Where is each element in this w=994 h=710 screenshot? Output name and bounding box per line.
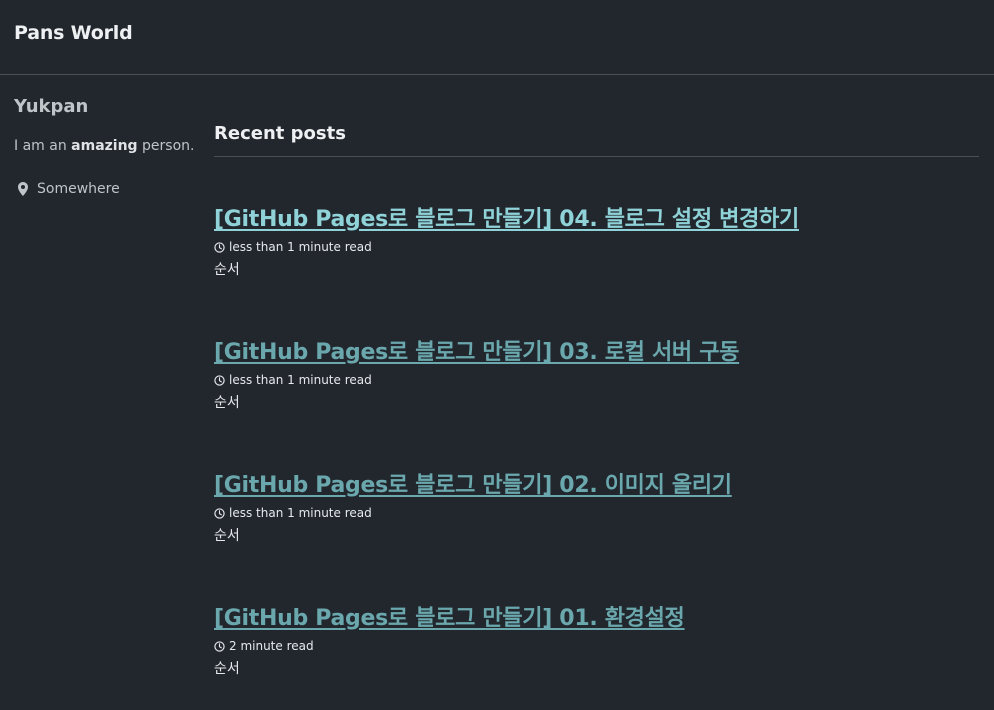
post-title-link[interactable]: [GitHub Pages로 블로그 만들기] 01. 환경설정: [214, 605, 685, 633]
main-content: Recent posts [GitHub Pages로 블로그 만들기] 04.…: [214, 122, 979, 677]
post-meta: less than 1 minute read: [214, 239, 979, 255]
site-title-link[interactable]: Pans World: [14, 22, 133, 44]
bio-bold: amazing: [71, 138, 138, 154]
post-title-link[interactable]: [GitHub Pages로 블로그 만들기] 02. 이미지 올리기: [214, 472, 732, 500]
read-time: less than 1 minute read: [229, 506, 372, 520]
post-meta: less than 1 minute read: [214, 372, 979, 388]
clock-icon: [214, 374, 225, 386]
clock-icon: [214, 507, 225, 519]
section-title: Recent posts: [214, 122, 979, 157]
post-excerpt: 순서: [214, 262, 240, 278]
clock-icon: [214, 241, 225, 253]
post-meta: less than 1 minute read: [214, 505, 979, 521]
author-bio: I am an amazing person.: [14, 137, 199, 155]
clock-icon: [214, 640, 225, 652]
location-text: Somewhere: [37, 181, 120, 197]
author-name: Yukpan: [14, 96, 89, 117]
author-location: Somewhere: [14, 180, 199, 198]
read-time: less than 1 minute read: [229, 240, 372, 254]
masthead: Pans World: [0, 0, 994, 75]
post-item: [GitHub Pages로 블로그 만들기] 01. 환경설정 2 minut…: [214, 605, 979, 678]
post-item: [GitHub Pages로 블로그 만들기] 02. 이미지 올리기 less…: [214, 472, 979, 545]
read-time: 2 minute read: [229, 639, 314, 653]
bio-suffix: person.: [142, 138, 195, 154]
map-marker-icon: [18, 182, 28, 196]
post-excerpt: 순서: [214, 528, 240, 544]
post-excerpt: 순서: [214, 661, 240, 677]
post-item: [GitHub Pages로 블로그 만들기] 04. 블로그 설정 변경하기 …: [214, 206, 979, 279]
post-title-link[interactable]: [GitHub Pages로 블로그 만들기] 03. 로컬 서버 구동: [214, 339, 739, 367]
read-time: less than 1 minute read: [229, 373, 372, 387]
author-sidebar: Yukpan I am an amazing person. Somewhere: [14, 95, 199, 198]
post-excerpt: 순서: [214, 395, 240, 411]
post-title-link[interactable]: [GitHub Pages로 블로그 만들기] 04. 블로그 설정 변경하기: [214, 206, 799, 234]
bio-prefix: I am an: [14, 138, 67, 154]
post-meta: 2 minute read: [214, 638, 979, 654]
post-item: [GitHub Pages로 블로그 만들기] 03. 로컬 서버 구동 les…: [214, 339, 979, 412]
